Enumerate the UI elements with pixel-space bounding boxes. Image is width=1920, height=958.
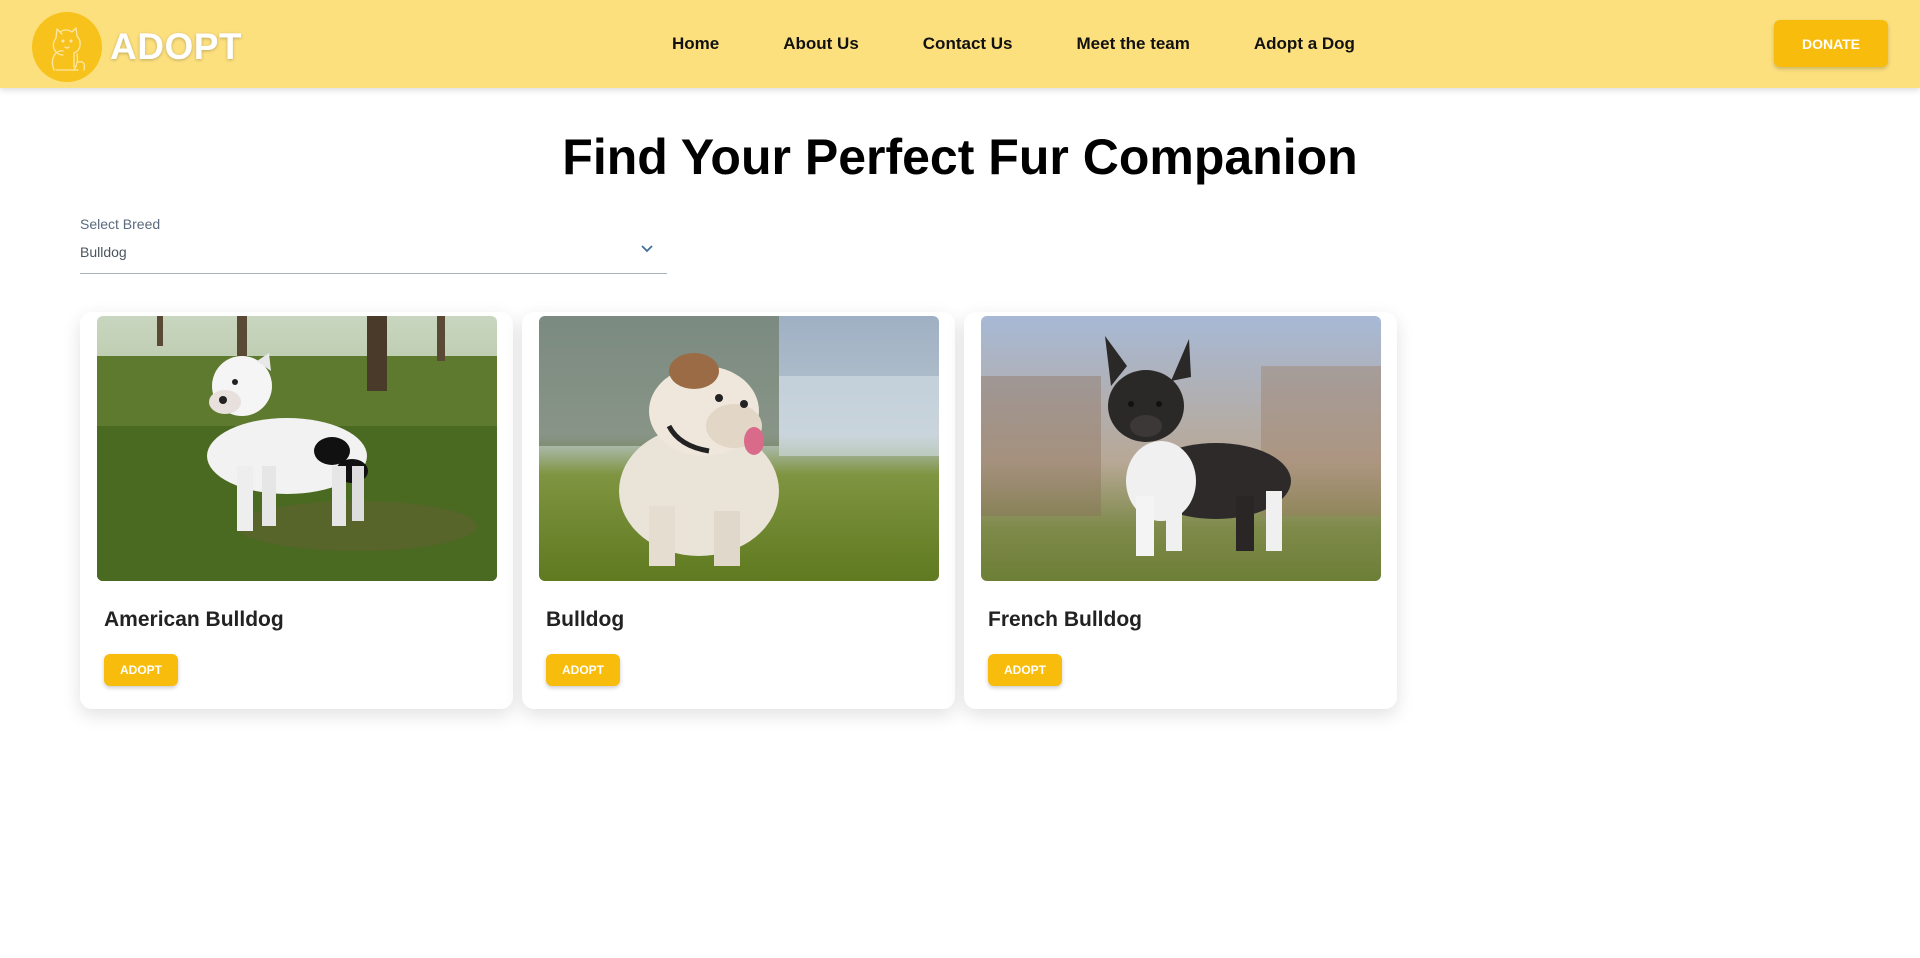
nav-links: Home About Us Contact Us Meet the team A… — [640, 0, 1387, 88]
nav-home-link[interactable]: Home — [640, 26, 751, 62]
adopt-button[interactable]: ADOPT — [104, 654, 178, 686]
breed-select: Select Breed Bulldog — [80, 216, 667, 274]
dog-card: Bulldog ADOPT — [522, 312, 955, 709]
bulldog-photo — [539, 316, 939, 581]
card-title: French Bulldog — [988, 608, 1142, 631]
french-bulldog-photo — [981, 316, 1381, 581]
page-title: Find Your Perfect Fur Companion — [562, 129, 1358, 185]
donate-button[interactable]: DONATE — [1774, 20, 1888, 67]
navbar: ADOPT Home About Us Contact Us Meet the … — [0, 0, 1920, 88]
nav-contact-link[interactable]: Contact Us — [891, 26, 1045, 62]
dog-cat-logo-icon — [32, 12, 102, 82]
nav-adopt-dog-link[interactable]: Adopt a Dog — [1222, 26, 1387, 62]
adopt-button[interactable]: ADOPT — [546, 654, 620, 686]
card-title: American Bulldog — [104, 608, 284, 631]
brand-name: ADOPT — [110, 26, 242, 67]
dog-cards: American Bulldog ADOPT Bulldog ADOPT Fre… — [80, 312, 1406, 709]
breed-select-value: Bulldog — [80, 244, 127, 260]
american-bulldog-photo — [97, 316, 497, 581]
breed-select-dropdown[interactable]: Bulldog — [80, 244, 667, 274]
breed-select-label: Select Breed — [80, 216, 161, 232]
brand[interactable]: ADOPT — [32, 12, 242, 82]
dog-card: American Bulldog ADOPT — [80, 312, 513, 709]
card-title: Bulldog — [546, 608, 625, 631]
chevron-down-icon[interactable] — [641, 240, 653, 258]
adopt-button[interactable]: ADOPT — [988, 654, 1062, 686]
dog-card: French Bulldog ADOPT — [964, 312, 1397, 709]
nav-team-link[interactable]: Meet the team — [1045, 26, 1222, 62]
nav-about-link[interactable]: About Us — [751, 26, 891, 62]
